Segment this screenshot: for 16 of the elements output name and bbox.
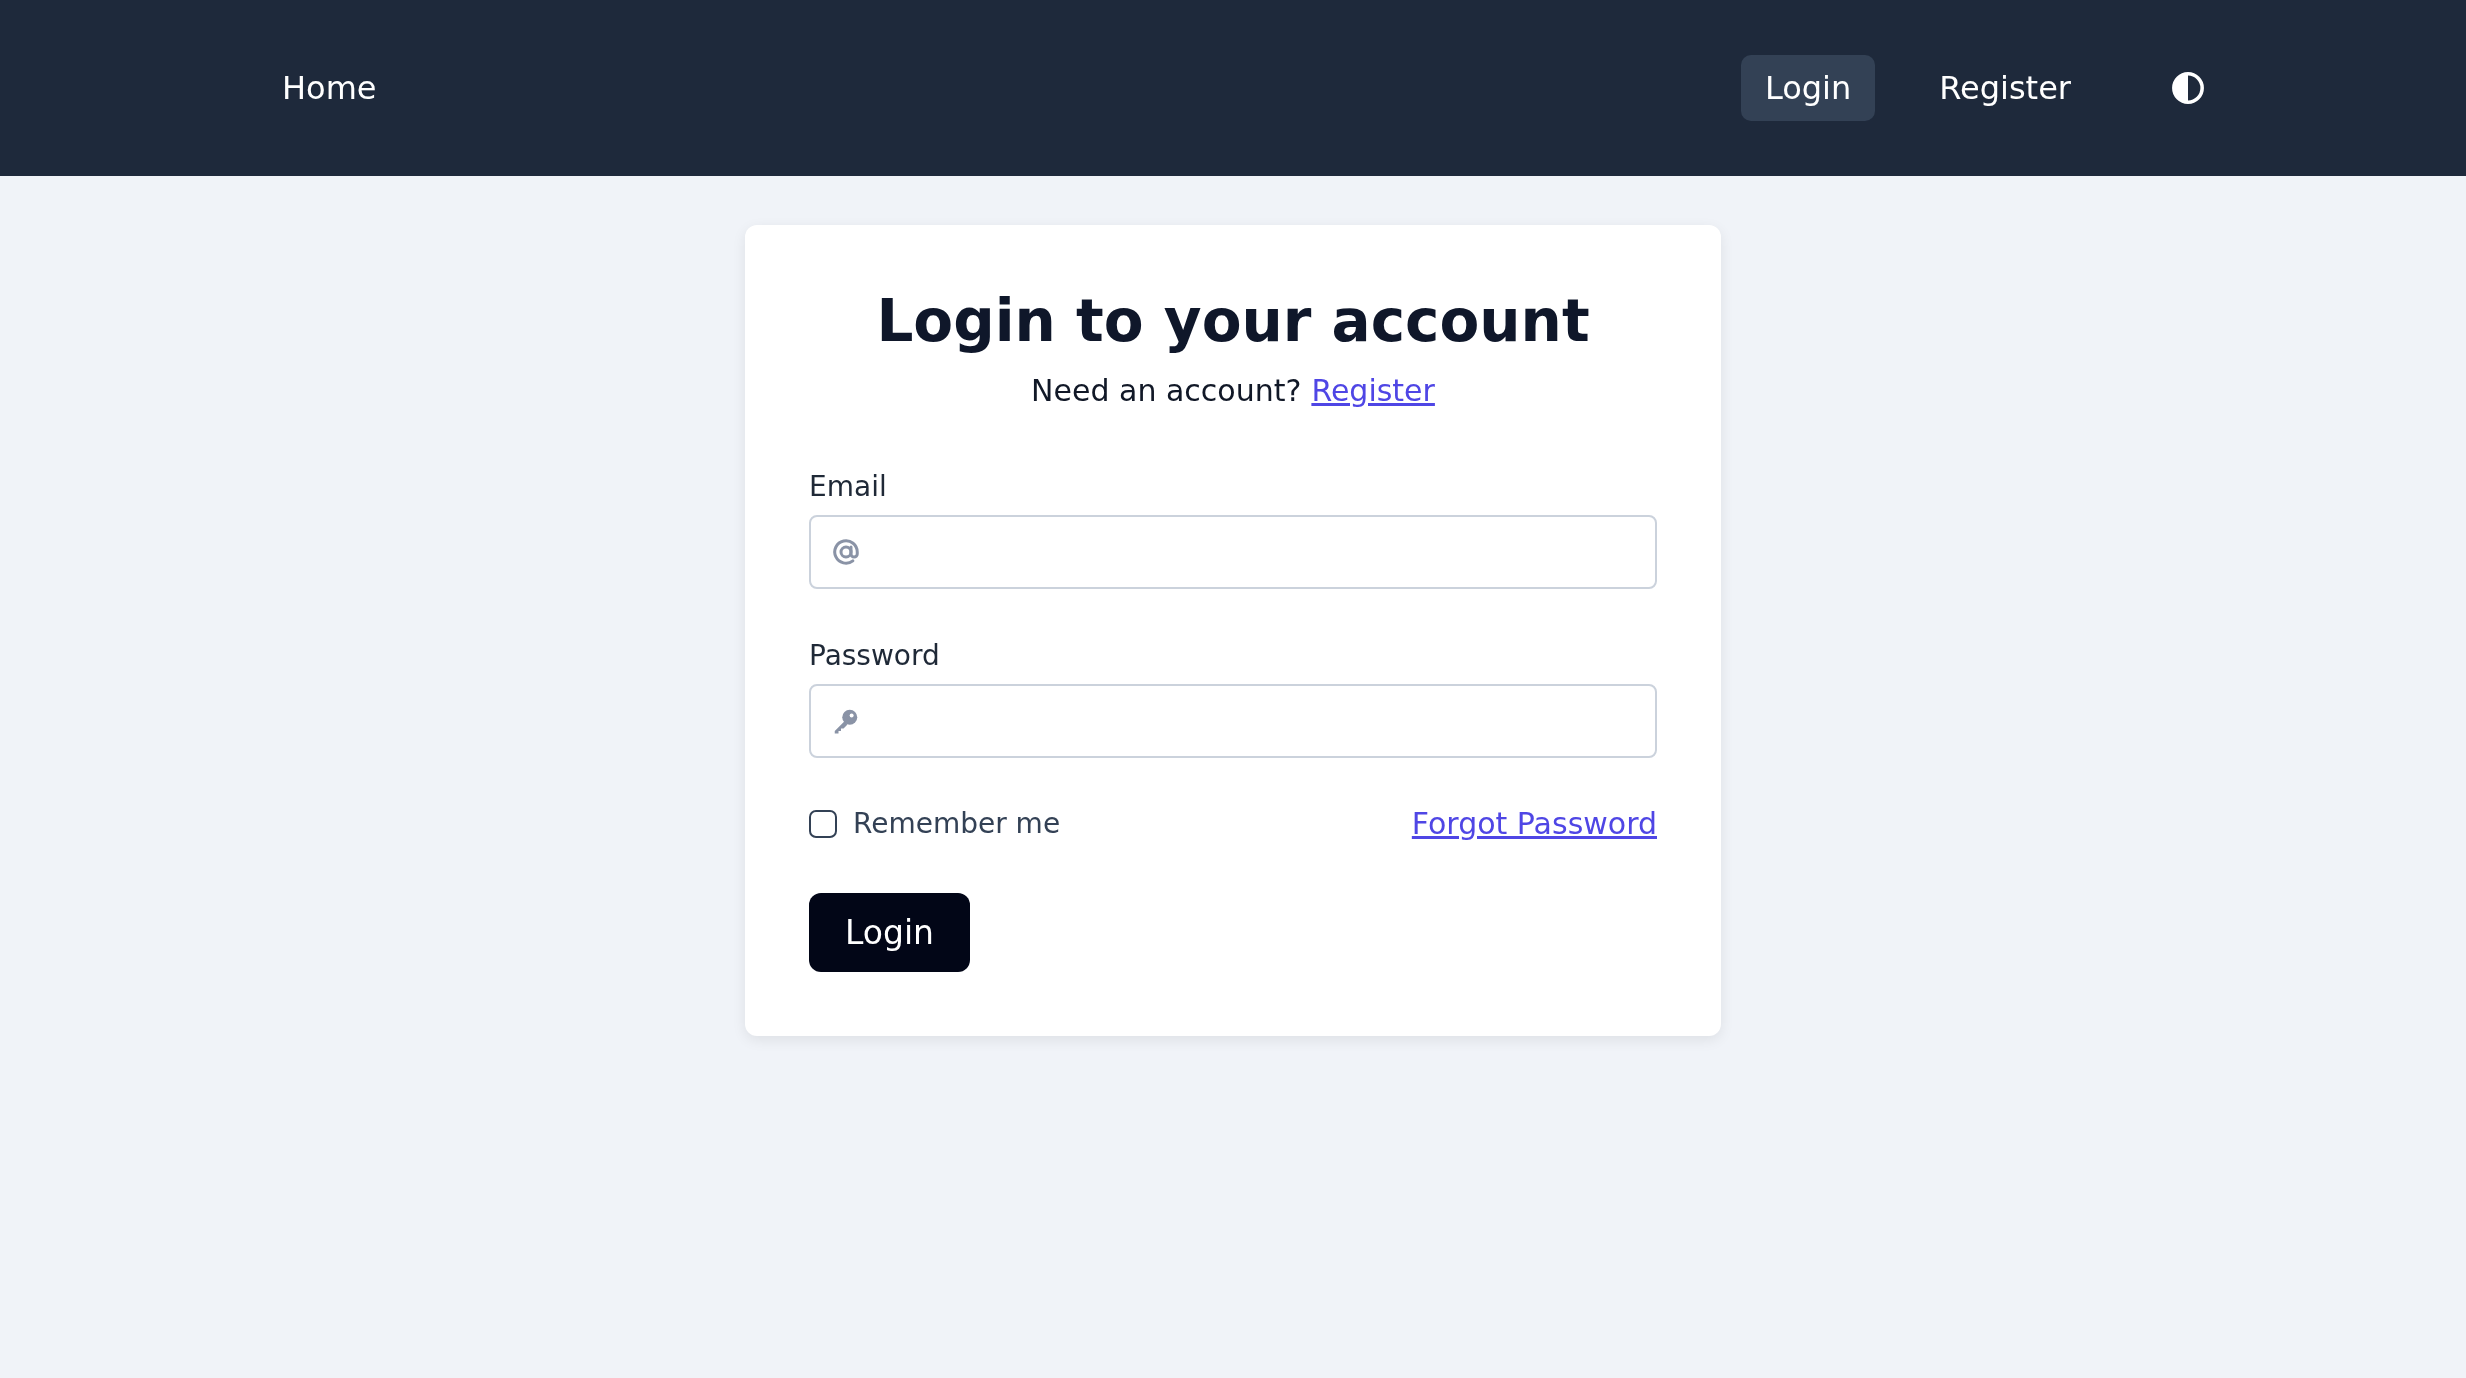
nav-link[interactable]: Register [1915, 55, 2095, 121]
card-title: Login to your account [875, 287, 1591, 355]
subtitle-text: Need an account? [1031, 373, 1302, 408]
theme-toggle-icon[interactable] [2171, 71, 2205, 105]
field-label: Password [809, 639, 941, 672]
remember-label: Remember me [853, 807, 1061, 840]
email-field[interactable] [809, 515, 1657, 589]
nav-link[interactable]: Login [1740, 55, 1876, 121]
forgot-password-link[interactable]: Forgot Password [1411, 806, 1657, 841]
login-button[interactable]: Login [809, 893, 971, 972]
register-link[interactable]: Register [1311, 373, 1435, 408]
home-link[interactable]: Home [282, 69, 377, 107]
at-icon [831, 537, 861, 567]
password-field[interactable] [809, 684, 1657, 758]
remember-checkbox[interactable] [809, 809, 837, 838]
field-label: Email [809, 470, 888, 503]
